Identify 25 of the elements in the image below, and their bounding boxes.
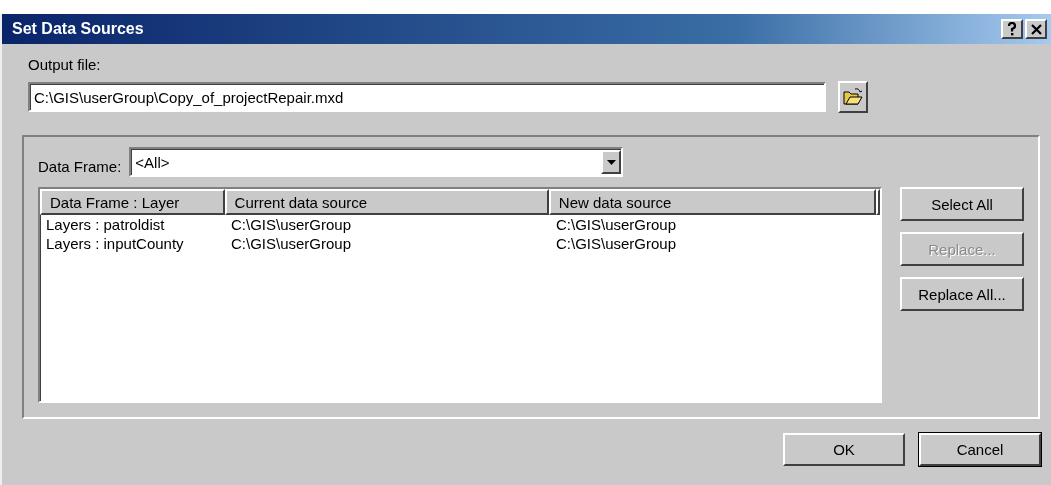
table-cell-text: Layers : inputCounty <box>45 235 185 253</box>
dialog-button[interactable]: OK <box>783 433 905 466</box>
help-icon <box>1007 22 1017 36</box>
table-cell-text: C:\GIS\userGroup <box>230 216 353 234</box>
table-cell-text: C:\GIS\userGroup <box>230 235 353 253</box>
dialog-button[interactable]: Cancel <box>919 433 1041 466</box>
table-cell-text: C:\GIS\userGroup <box>555 235 678 253</box>
column-header[interactable]: Current data source <box>224 189 549 215</box>
output-file-field[interactable]: C:\GIS\userGroup\Copy_of_projectRepair.mxd <box>28 82 826 112</box>
browse-button[interactable] <box>838 81 868 113</box>
table-cell-text: C:\GIS\userGroup <box>555 216 678 234</box>
data-frame-dropdown[interactable]: <All> <box>129 147 624 177</box>
action-button[interactable]: Replace All... <box>900 277 1024 311</box>
help-button[interactable] <box>1001 19 1023 39</box>
output-file-label: Output file: <box>28 56 102 73</box>
dropdown-arrow-icon <box>606 159 616 165</box>
data-frame-label: Data Frame: <box>38 157 122 175</box>
column-header[interactable]: New data source <box>548 189 876 215</box>
folder-icon <box>843 88 863 106</box>
table-cell-text: Layers : patroldist <box>45 216 166 234</box>
close-button[interactable] <box>1025 19 1047 39</box>
action-button[interactable]: Select All <box>900 187 1024 221</box>
column-header[interactable]: Data Frame : Layer <box>40 189 225 215</box>
close-icon <box>1030 23 1042 35</box>
window-title: Set Data Sources <box>12 20 144 38</box>
